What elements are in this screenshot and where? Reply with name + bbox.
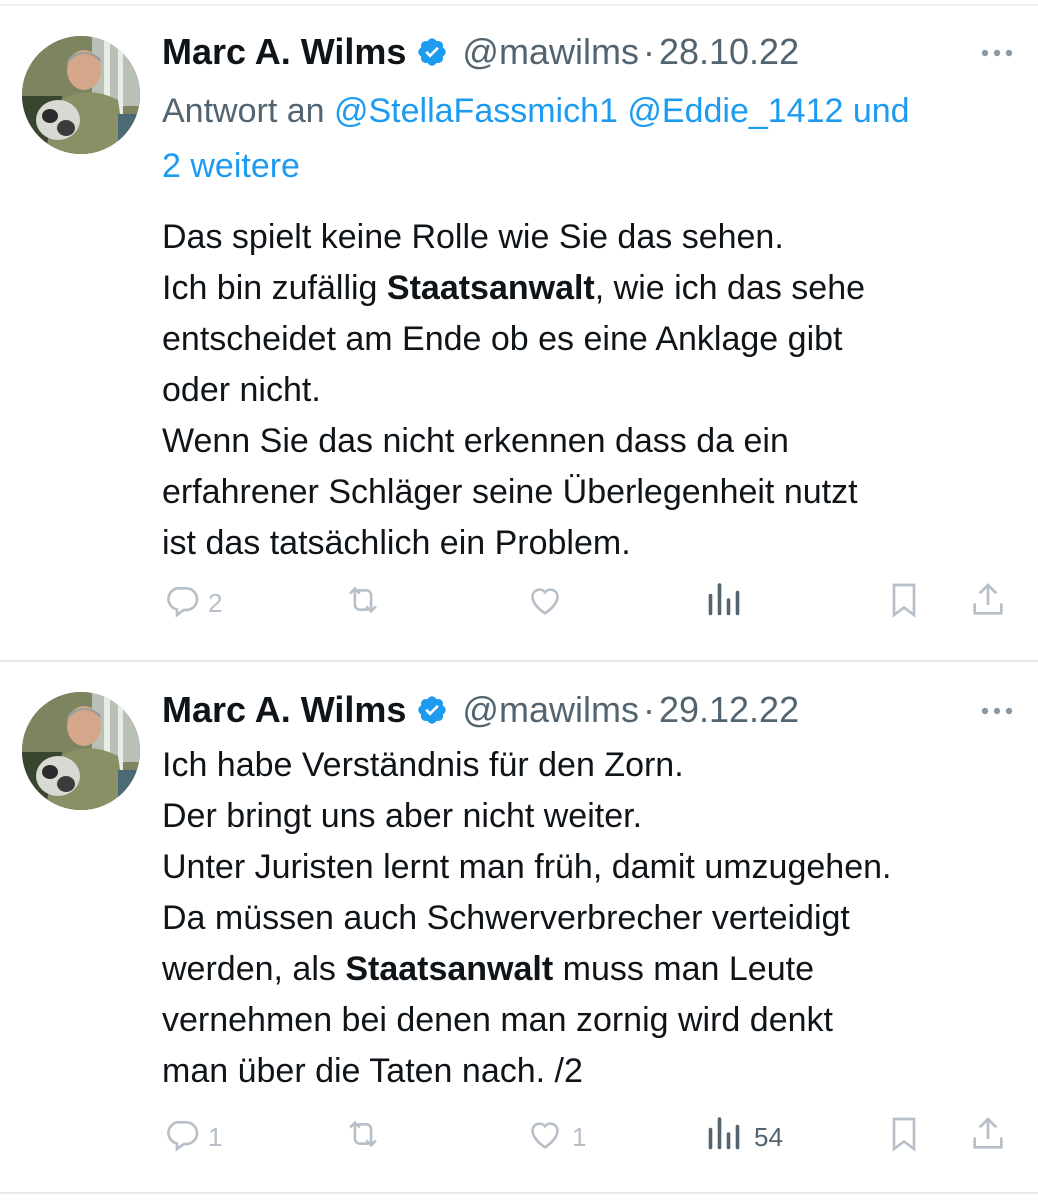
reply-mention-stellafassmich1[interactable]: @StellaFassmich1	[334, 92, 618, 130]
like-count: 1	[572, 1121, 587, 1152]
avatar[interactable]	[22, 36, 140, 154]
tweet-content: Marc A. Wilms @mawilms · 28.10.22 Antwor…	[162, 28, 1018, 569]
tweet-text-line: erfahrener Schläger seine Überlegenheit …	[162, 473, 858, 511]
tweet-text-line: Da müssen auch Schwerverbrecher verteidi…	[162, 899, 850, 937]
like-button[interactable]	[524, 578, 566, 628]
tweet-text-line: Der bringt uns aber nicht weiter.	[162, 797, 643, 835]
top-divider	[0, 4, 1038, 6]
reply-connector[interactable]: und	[853, 92, 910, 130]
bottom-divider	[0, 1192, 1038, 1194]
bookmark-icon	[886, 580, 922, 627]
more-options-icon[interactable]	[976, 32, 1018, 74]
like-icon	[524, 580, 566, 627]
reply-button[interactable]: 2	[162, 578, 222, 628]
retweet-button[interactable]	[342, 578, 384, 628]
separator-dot: ·	[642, 31, 655, 72]
tweet-actions: 1 1 54	[162, 1112, 1018, 1162]
retweet-button[interactable]	[342, 1112, 384, 1162]
separator-dot: ·	[642, 689, 655, 730]
bookmark-button[interactable]	[886, 1112, 922, 1162]
avatar-photo-icon	[22, 36, 140, 154]
views-count: 54	[754, 1121, 783, 1152]
reply-count: 1	[208, 1121, 223, 1152]
views-button[interactable]: 54	[706, 1112, 783, 1162]
tweet-text-line: man über die Taten nach. /2	[162, 1052, 583, 1090]
bold-word: Staatsanwalt	[386, 269, 595, 307]
tweet-text: Ich habe Verständnis für den Zorn. Der b…	[162, 740, 1018, 1097]
tweet-text-line: Das spielt keine Rolle wie Sie das sehen…	[162, 218, 784, 256]
tweet-actions: 2	[162, 578, 1018, 628]
author-name[interactable]: Marc A. Wilms	[162, 31, 406, 73]
like-button[interactable]: 1	[524, 1112, 586, 1162]
tweet-text-line: vernehmen bei denen man zornig wird denk…	[162, 1001, 833, 1039]
verified-badge-icon	[416, 694, 448, 726]
retweet-icon	[342, 1114, 384, 1161]
views-button[interactable]	[706, 578, 754, 628]
tweet-text: Das spielt keine Rolle wie Sie das sehen…	[162, 212, 1018, 569]
avatar[interactable]	[22, 692, 140, 810]
bookmark-button[interactable]	[886, 578, 922, 628]
tweet-date[interactable]: 29.12.22	[659, 689, 799, 731]
views-icon	[706, 1114, 742, 1161]
reply-mention-eddie-1412[interactable]: @Eddie_1412	[627, 92, 843, 130]
views-icon	[706, 580, 742, 627]
reply-count: 2	[208, 587, 223, 618]
tweet-header: Marc A. Wilms @mawilms · 29.12.22	[162, 686, 1018, 734]
tweet-content: Marc A. Wilms @mawilms · 29.12.22 Ich ha…	[162, 686, 1018, 1097]
tweet-text-line: ist das tatsächlich ein Problem.	[162, 524, 631, 562]
tweet-text-line: werden, als Staatsanwalt muss man Leute	[162, 950, 814, 988]
bold-word: Staatsanwalt	[345, 950, 554, 988]
bookmark-icon	[886, 1114, 922, 1161]
like-icon	[524, 1114, 566, 1161]
tweet-text-line: entscheidet am Ende ob es eine Anklage g…	[162, 320, 843, 358]
tweet-text-line: Ich habe Verständnis für den Zorn.	[162, 746, 684, 784]
verified-badge-icon	[416, 36, 448, 68]
author-handle[interactable]: @mawilms	[462, 31, 639, 73]
author-handle[interactable]: @mawilms	[462, 689, 639, 731]
reply-prefix: Antwort an	[162, 92, 325, 130]
tweet-text-line: Unter Juristen lernt man früh, damit umz…	[162, 848, 892, 886]
share-icon	[968, 1114, 1008, 1161]
tweet-text-line: Ich bin zufällig Staatsanwalt, wie ich d…	[162, 269, 866, 307]
reply-more-link[interactable]: 2 weitere	[162, 147, 300, 185]
tweet-header: Marc A. Wilms @mawilms · 28.10.22	[162, 28, 1018, 76]
share-button[interactable]	[968, 578, 1008, 628]
avatar-photo-icon	[22, 692, 140, 810]
share-button[interactable]	[968, 1112, 1008, 1162]
share-icon	[968, 580, 1008, 627]
retweet-icon	[342, 580, 384, 627]
author-name[interactable]: Marc A. Wilms	[162, 689, 406, 731]
more-options-icon[interactable]	[976, 690, 1018, 732]
tweet-divider	[0, 660, 1038, 662]
tweet-text-line: oder nicht.	[162, 371, 321, 409]
reply-icon	[162, 1114, 202, 1161]
tweet-text-line: Wenn Sie das nicht erkennen dass da ein	[162, 422, 789, 460]
reply-button[interactable]: 1	[162, 1112, 222, 1162]
reply-icon	[162, 580, 202, 627]
tweet-date[interactable]: 28.10.22	[659, 31, 799, 73]
reply-context: Antwort an @StellaFassmich1 @Eddie_1412 …	[162, 84, 1018, 194]
